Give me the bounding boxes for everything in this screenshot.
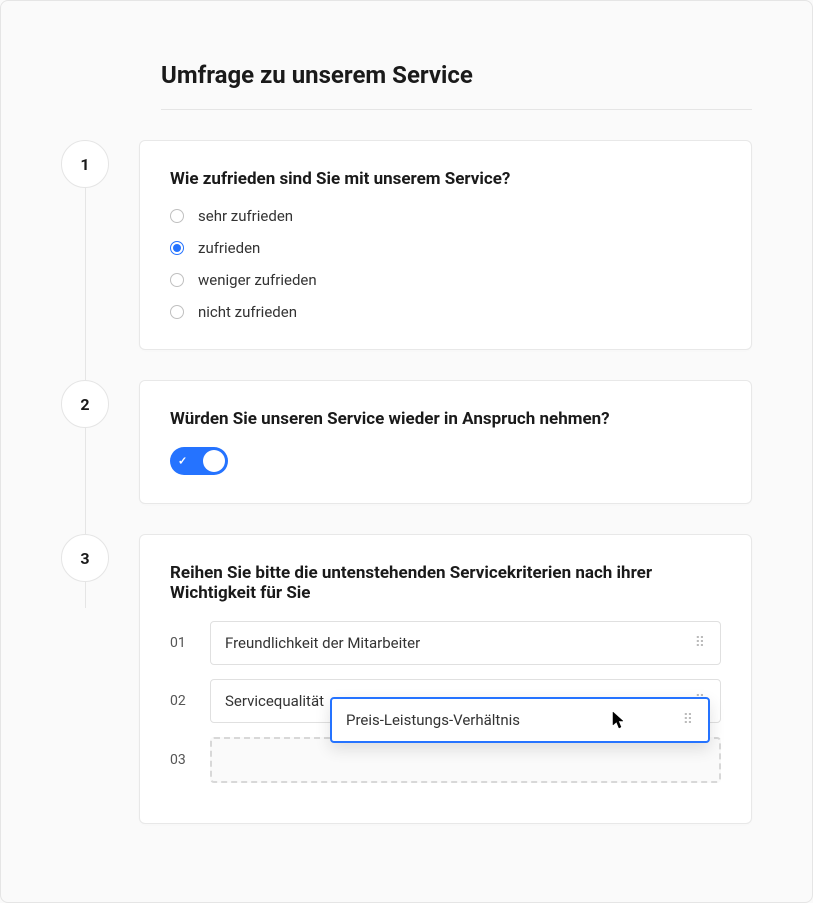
ranking-item-label: Freundlichkeit der Mitarbeiter: [225, 634, 420, 652]
survey-title: Umfrage zu unserem Service: [161, 61, 752, 110]
radio-icon: [170, 241, 184, 255]
radio-label: weniger zufrieden: [198, 271, 317, 289]
cursor-icon: [612, 711, 626, 729]
drag-handle-icon[interactable]: ⠿: [695, 635, 706, 651]
radio-group-satisfaction: sehr zufrieden zufrieden weniger zufried…: [170, 207, 721, 321]
radio-label: sehr zufrieden: [198, 207, 293, 225]
ranking-row-3: 03: [170, 737, 721, 783]
radio-icon: [170, 273, 184, 287]
ranking-item-label: Preis-Leistungs-Verhältnis: [346, 711, 520, 729]
radio-option-nicht-zufrieden[interactable]: nicht zufrieden: [170, 303, 721, 321]
question-text-3: Reihen Sie bitte die untenstehenden Serv…: [170, 563, 721, 603]
question-text-2: Würden Sie unseren Service wieder in Ans…: [170, 409, 721, 429]
question-text-1: Wie zufrieden sind Sie mit unserem Servi…: [170, 169, 721, 189]
ranking-list: 01 Freundlichkeit der Mitarbeiter ⠿ 02 S…: [170, 621, 721, 783]
ranking-number: 02: [170, 693, 194, 709]
radio-option-sehr-zufrieden[interactable]: sehr zufrieden: [170, 207, 721, 225]
radio-icon: [170, 209, 184, 223]
check-icon: ✓: [178, 455, 187, 468]
step-marker-2: 2: [61, 380, 109, 428]
step-marker-1: 1: [61, 140, 109, 188]
step-3: 3 Reihen Sie bitte die untenstehenden Se…: [61, 534, 752, 824]
drag-handle-icon[interactable]: ⠿: [683, 712, 694, 728]
step-marker-3: 3: [61, 534, 109, 582]
radio-option-zufrieden[interactable]: zufrieden: [170, 239, 721, 257]
survey-steps: 1 Wie zufrieden sind Sie mit unserem Ser…: [61, 140, 752, 824]
toggle-repeat-service[interactable]: ✓: [170, 447, 228, 475]
radio-icon: [170, 305, 184, 319]
radio-label: zufrieden: [198, 239, 260, 257]
toggle-knob: [203, 450, 225, 472]
step-2: 2 Würden Sie unseren Service wieder in A…: [61, 380, 752, 504]
step-1: 1 Wie zufrieden sind Sie mit unserem Ser…: [61, 140, 752, 350]
ranking-row-2: 02 Servicequalität ⠿ Preis-Leistungs-Ver…: [170, 679, 721, 723]
ranking-number: 01: [170, 635, 194, 651]
radio-option-weniger-zufrieden[interactable]: weniger zufrieden: [170, 271, 721, 289]
ranking-item-freundlichkeit[interactable]: Freundlichkeit der Mitarbeiter ⠿: [210, 621, 721, 665]
question-card-1: Wie zufrieden sind Sie mit unserem Servi…: [139, 140, 752, 350]
ranking-placeholder[interactable]: [210, 737, 721, 783]
ranking-item-label: Servicequalität: [225, 692, 324, 710]
ranking-item-dragging[interactable]: Preis-Leistungs-Verhältnis ⠿: [330, 697, 710, 743]
question-card-2: Würden Sie unseren Service wieder in Ans…: [139, 380, 752, 504]
ranking-number: 03: [170, 752, 194, 768]
radio-label: nicht zufrieden: [198, 303, 297, 321]
ranking-row-1: 01 Freundlichkeit der Mitarbeiter ⠿: [170, 621, 721, 665]
question-card-3: Reihen Sie bitte die untenstehenden Serv…: [139, 534, 752, 824]
